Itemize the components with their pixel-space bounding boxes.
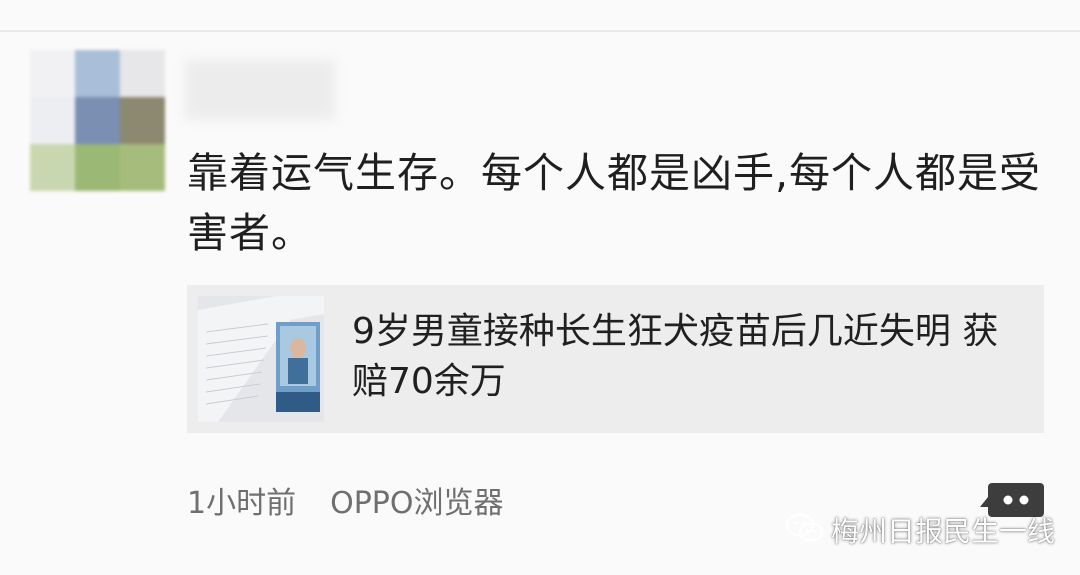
watermark-text: 梅州日报民生一线 bbox=[831, 515, 1056, 548]
post-meta: 1小时前 OPPO浏览器 bbox=[187, 478, 504, 522]
blurred-username bbox=[185, 60, 335, 120]
post-source[interactable]: OPPO浏览器 bbox=[330, 486, 503, 521]
news-photo-thumbnail bbox=[198, 296, 324, 422]
avatar[interactable] bbox=[30, 50, 165, 192]
watermark: 梅州日报民生一线 bbox=[785, 510, 1055, 550]
post-time: 1小时前 bbox=[187, 486, 297, 521]
top-divider bbox=[0, 30, 1080, 32]
shared-link-card[interactable]: 9岁男童接种长生狂犬疫苗后几近失明 获赔70余万 bbox=[187, 285, 1044, 433]
wechat-icon bbox=[785, 512, 825, 548]
link-title: 9岁男童接种长生狂犬疫苗后几近失明 获赔70余万 bbox=[352, 311, 999, 402]
post-text: 靠着运气生存。每个人都是凶手,每个人都是受害者。 bbox=[187, 149, 1042, 257]
